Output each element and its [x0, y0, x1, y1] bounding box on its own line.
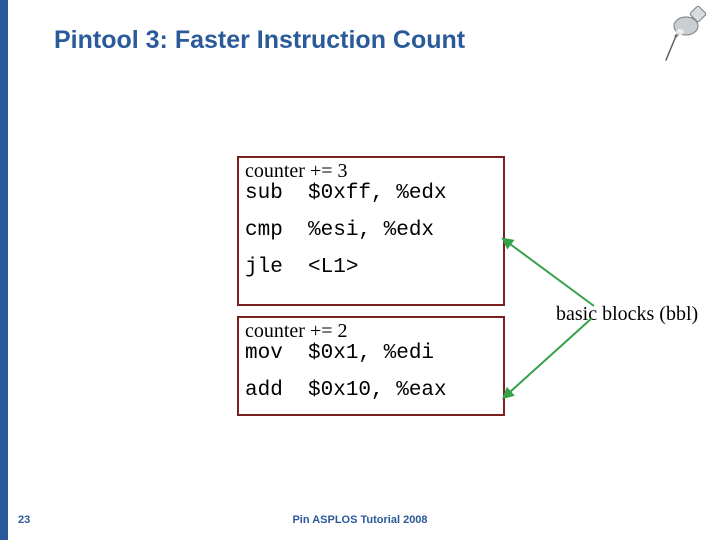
- asm-cmp: cmp %esi, %edx: [245, 219, 497, 242]
- asm-mov: mov $0x1, %edi: [245, 342, 497, 365]
- asm-jle: jle <L1>: [245, 256, 497, 279]
- basic-block-1: counter += 3 sub $0xff, %edx cmp %esi, %…: [237, 156, 505, 306]
- arrow-to-block1: [500, 234, 610, 314]
- asm-add: add $0x10, %eax: [245, 379, 497, 402]
- basic-block-2: counter += 2 mov $0x1, %edi add $0x10, %…: [237, 316, 505, 416]
- counter-increment-2: counter += 2: [245, 320, 497, 342]
- pushpin-icon: [660, 6, 706, 66]
- counter-increment-3: counter += 3: [245, 160, 497, 182]
- footer-text: Pin ASPLOS Tutorial 2008: [0, 514, 720, 526]
- slide-title: Pintool 3: Faster Instruction Count: [54, 26, 465, 55]
- asm-sub: sub $0xff, %edx: [245, 182, 497, 205]
- left-stripe: [0, 0, 8, 540]
- basic-blocks-label: basic blocks (bbl): [556, 303, 698, 326]
